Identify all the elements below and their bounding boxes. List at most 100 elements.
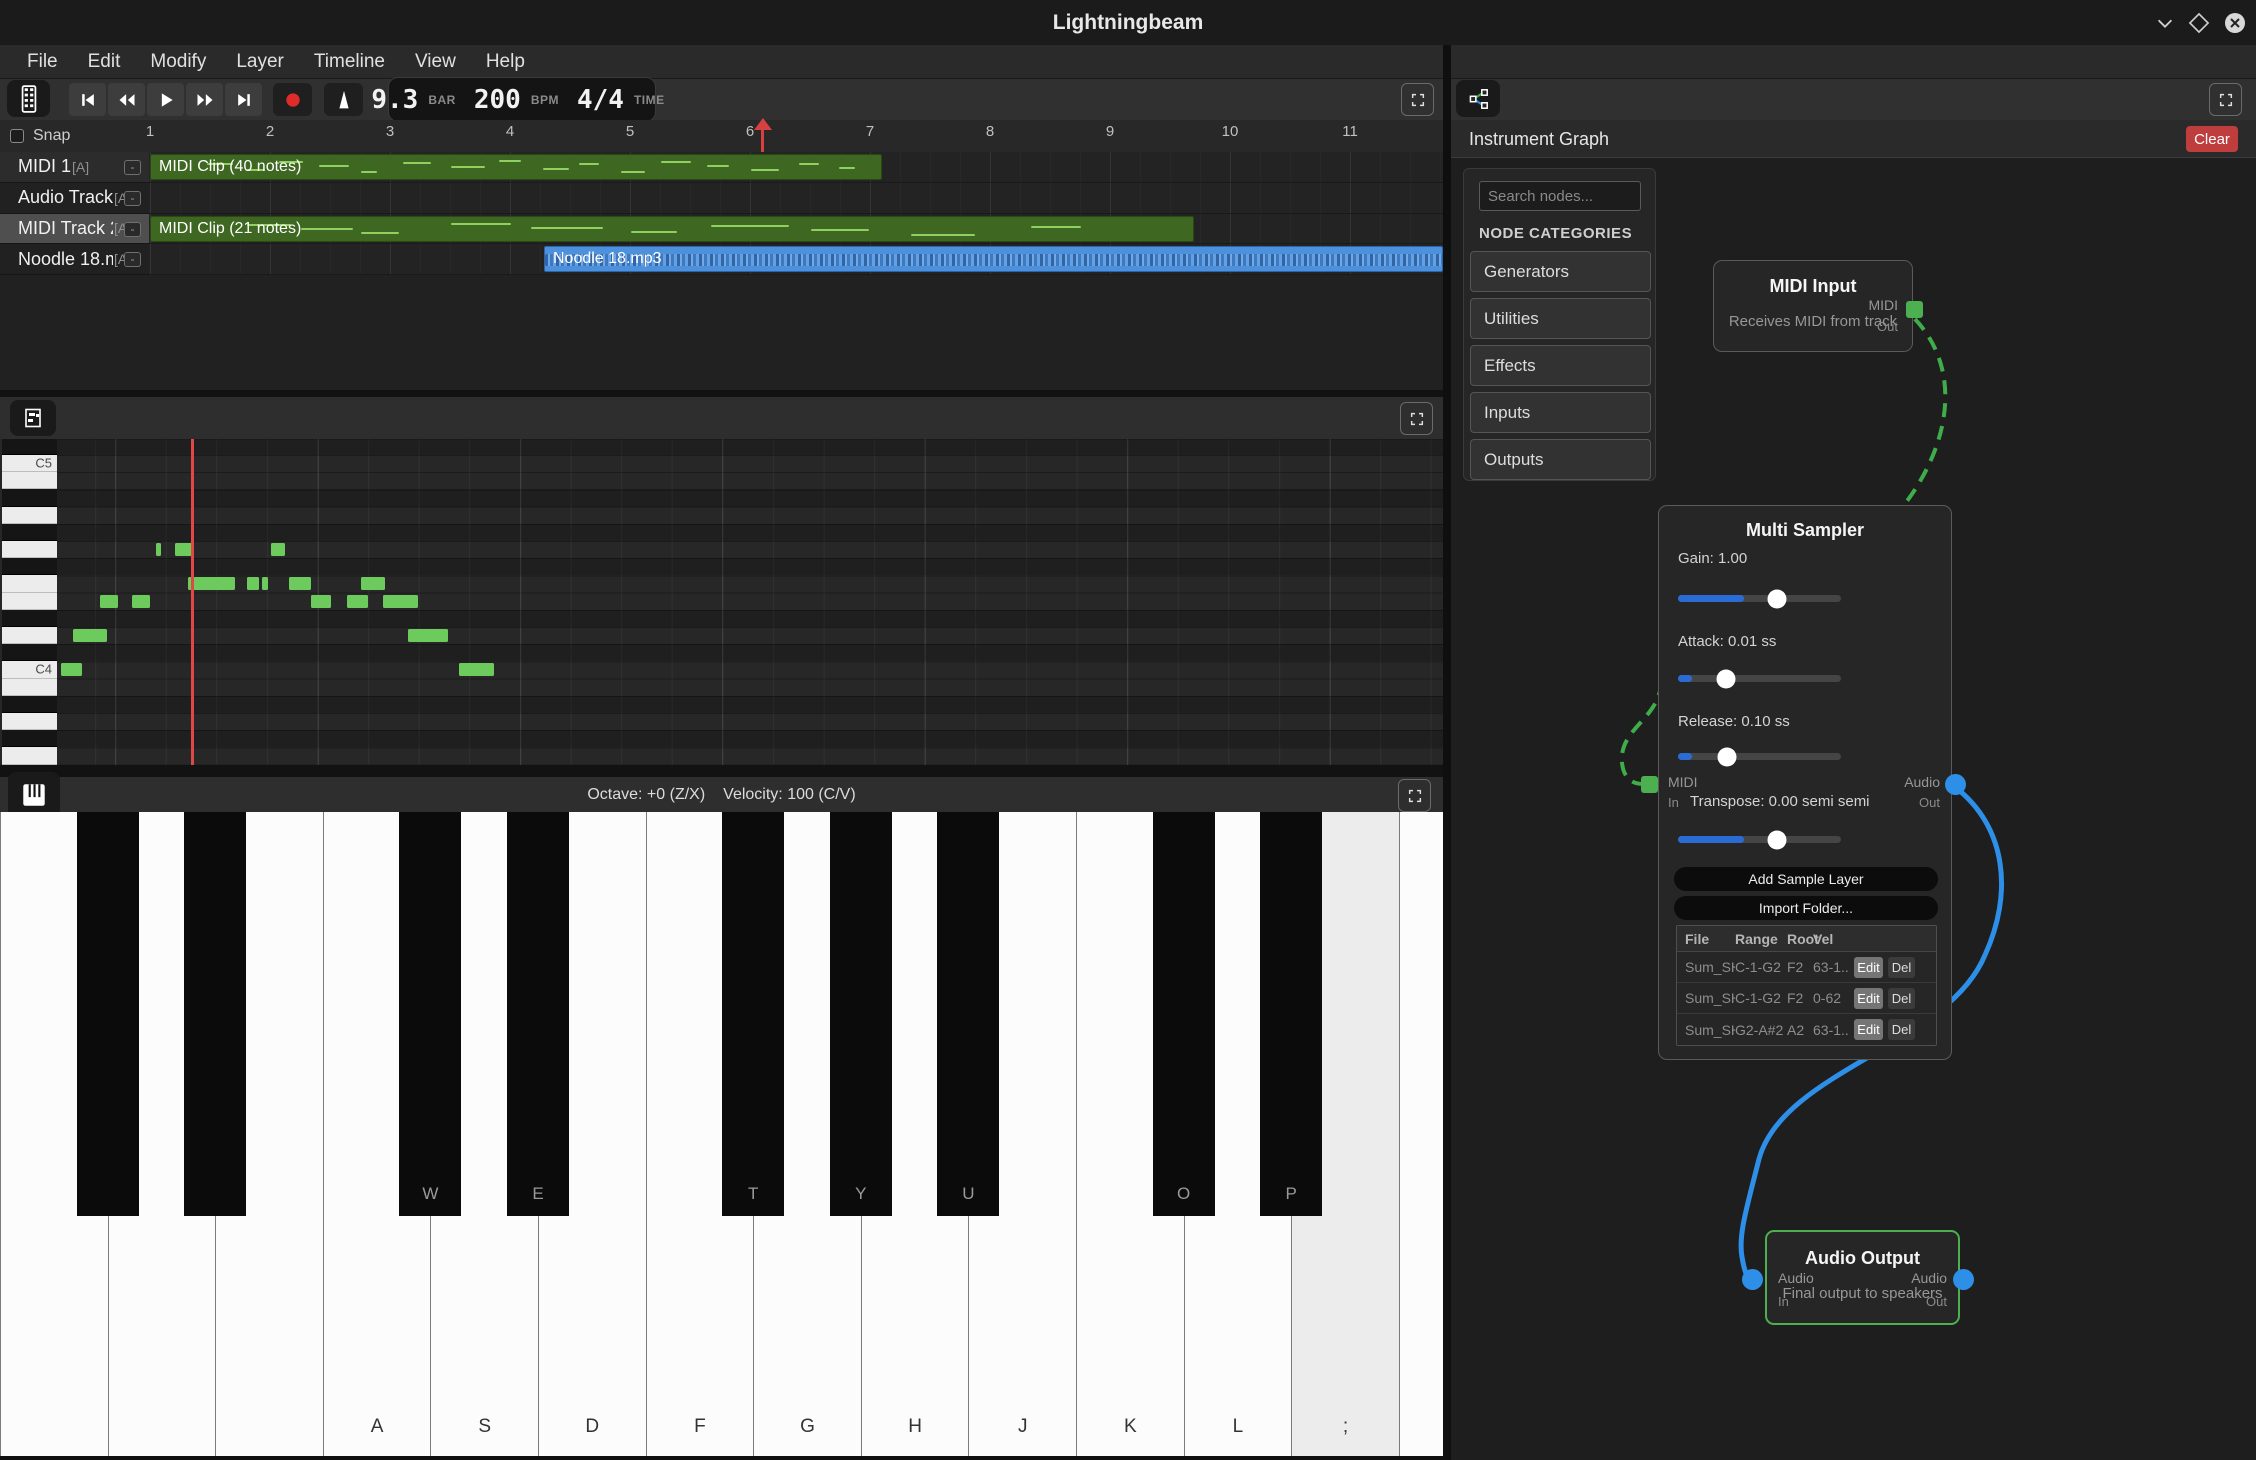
port-label: Audio	[1904, 774, 1940, 790]
midi-out-port[interactable]	[1906, 301, 1923, 318]
black-key-P[interactable]: P	[1260, 812, 1322, 1216]
piano-roll[interactable]: C5C4	[0, 439, 1443, 765]
close-icon[interactable]	[2220, 8, 2250, 38]
key-label: O	[1153, 1184, 1215, 1204]
track-minus-button[interactable]: -	[124, 252, 141, 267]
audio-output-node[interactable]: Audio Output Final output to speakers Au…	[1765, 1230, 1960, 1325]
multi-sampler-node[interactable]: Multi Sampler Gain: 1.00 Attack: 0.01 ss…	[1658, 505, 1952, 1060]
minimize-icon[interactable]	[2150, 8, 2180, 38]
sampler-midi-in-port[interactable]	[1641, 776, 1658, 793]
fast-forward-button[interactable]	[186, 83, 223, 116]
sampler-audio-out-port[interactable]	[1945, 774, 1966, 795]
skip-end-button[interactable]	[225, 83, 262, 116]
track-minus-button[interactable]: -	[124, 191, 141, 206]
import-folder-button[interactable]: Import Folder...	[1674, 896, 1938, 920]
midi-note[interactable]	[100, 595, 118, 608]
menu-item-layer[interactable]: Layer	[223, 49, 297, 75]
snap-checkbox[interactable]	[10, 129, 24, 143]
record-button[interactable]	[273, 83, 312, 116]
menu-item-help[interactable]: Help	[473, 49, 538, 75]
piano-roll-icon[interactable]	[10, 400, 56, 436]
midi-note[interactable]	[73, 629, 107, 642]
del-button[interactable]: Del	[1888, 988, 1915, 1009]
instrument-graph-panel: Instrument Graph Clear NODE CATEGORIES G…	[1451, 79, 2256, 1460]
edit-button[interactable]: Edit	[1854, 988, 1883, 1009]
track-badge: [A]	[72, 159, 89, 175]
midi-note[interactable]	[132, 595, 150, 608]
del-button[interactable]: Del	[1888, 957, 1915, 978]
timeline-ruler[interactable]: 1234567891011	[149, 120, 1443, 152]
piano-roll-expand-icon[interactable]	[1400, 402, 1433, 435]
black-key-1[interactable]	[77, 812, 139, 1216]
menu-item-view[interactable]: View	[402, 49, 469, 75]
midi-note[interactable]	[289, 577, 311, 590]
black-key-E[interactable]: E	[507, 812, 569, 1216]
audio-in-port[interactable]	[1742, 1269, 1763, 1290]
midi-note[interactable]	[347, 595, 368, 608]
gain-slider[interactable]	[1678, 595, 1841, 602]
search-input[interactable]	[1479, 181, 1641, 211]
midi-note[interactable]	[311, 595, 331, 608]
midi-clip-2[interactable]: MIDI Clip (21 notes)	[150, 216, 1194, 242]
release-slider[interactable]	[1678, 753, 1841, 760]
midi-note[interactable]	[247, 577, 259, 590]
category-outputs[interactable]: Outputs	[1470, 439, 1651, 480]
rewind-button[interactable]	[108, 83, 145, 116]
clip-note-preview	[451, 166, 485, 168]
black-key-O[interactable]: O	[1153, 812, 1215, 1216]
track-lanes[interactable]: MIDI Clip (40 notes) MIDI Clip (21 notes)…	[149, 152, 1443, 275]
midi-note[interactable]	[408, 629, 448, 642]
category-inputs[interactable]: Inputs	[1470, 392, 1651, 433]
midi-input-node[interactable]: MIDI Input Receives MIDI from track MIDI…	[1713, 260, 1913, 352]
track-header-4[interactable]: Noodle 18.mp3[A]-	[0, 244, 149, 275]
track-minus-button[interactable]: -	[124, 222, 141, 237]
midi-note[interactable]	[61, 663, 82, 676]
del-button[interactable]: Del	[1888, 1019, 1915, 1040]
key-label: Y	[830, 1184, 892, 1204]
film-icon[interactable]	[7, 80, 50, 117]
midi-note[interactable]	[188, 577, 235, 590]
category-utilities[interactable]: Utilities	[1470, 298, 1651, 339]
keyboard-expand-icon[interactable]	[1398, 779, 1431, 812]
timeline-expand-icon[interactable]	[1401, 83, 1434, 116]
menu-item-file[interactable]: File	[14, 49, 71, 75]
audio-clip-3[interactable]: Noodle 18.mp3	[544, 246, 1443, 272]
midi-note[interactable]	[156, 543, 161, 556]
maximize-icon[interactable]	[2184, 8, 2214, 38]
midi-note[interactable]	[271, 543, 285, 556]
track-header-1[interactable]: MIDI 1[A]-	[0, 152, 149, 183]
sample-cell: Sum_SH...	[1677, 959, 1735, 975]
audio-out-port[interactable]	[1953, 1269, 1974, 1290]
black-key-T[interactable]: T	[722, 812, 784, 1216]
track-minus-button[interactable]: -	[124, 160, 141, 175]
track-header-2[interactable]: Audio Track 2[A]-	[0, 183, 149, 214]
transpose-slider[interactable]	[1678, 836, 1841, 843]
edit-button[interactable]: Edit	[1854, 1019, 1883, 1040]
metronome-icon[interactable]	[324, 83, 363, 116]
midi-note[interactable]	[361, 577, 385, 590]
skip-start-button[interactable]	[69, 83, 106, 116]
attack-slider[interactable]	[1678, 675, 1841, 682]
black-key-U[interactable]: U	[937, 812, 999, 1216]
track-header-3[interactable]: MIDI Track 2[A]-	[0, 214, 149, 245]
midi-clip-1[interactable]: MIDI Clip (40 notes)	[150, 154, 882, 180]
white-key-13[interactable]	[1399, 812, 1443, 1456]
midi-note[interactable]	[459, 663, 494, 676]
edit-button[interactable]: Edit	[1854, 957, 1883, 978]
midi-note[interactable]	[383, 595, 418, 608]
track-lane-2[interactable]	[149, 183, 1443, 214]
midi-note[interactable]	[175, 543, 192, 556]
menu-item-modify[interactable]: Modify	[137, 49, 219, 75]
black-key-2[interactable]	[184, 812, 246, 1216]
play-button[interactable]	[147, 83, 184, 116]
black-key-W[interactable]: W	[399, 812, 461, 1216]
piano-icon[interactable]	[8, 772, 60, 817]
category-generators[interactable]: Generators	[1470, 251, 1651, 292]
category-effects[interactable]: Effects	[1470, 345, 1651, 386]
menu-item-edit[interactable]: Edit	[75, 49, 134, 75]
midi-note[interactable]	[262, 577, 268, 590]
menu-item-timeline[interactable]: Timeline	[301, 49, 398, 75]
black-key-Y[interactable]: Y	[830, 812, 892, 1216]
add-sample-layer-button[interactable]: Add Sample Layer	[1674, 867, 1938, 891]
clip-note-preview	[631, 231, 677, 233]
